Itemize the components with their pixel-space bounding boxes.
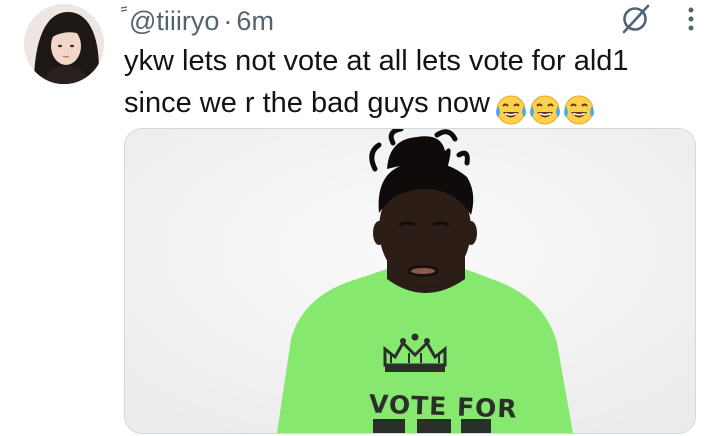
user-handle[interactable]: @tiiiryo [129,6,219,36]
avatar-image [24,4,104,84]
slashed-circle-icon[interactable] [618,2,652,36]
tweet-text-line-1: ykw lets not vote at all lets vote for a… [124,45,629,77]
tweet-actions-top [618,2,696,36]
tweet-text-line-2: since we r the bad guys now [124,87,490,119]
shirt-slogan: VOTE FOR [368,389,519,424]
badge-mark-icon [120,6,128,12]
separator-dot: · [223,6,233,36]
photo-illustration [125,129,695,433]
avatar[interactable] [24,4,104,84]
face-with-tears-of-joy-icon [529,95,560,125]
more-vertical-icon[interactable] [686,4,696,34]
emoji-group [494,87,596,125]
tweet-media-image[interactable]: VOTE FOR [124,128,696,434]
timestamp[interactable]: 6m [236,6,274,36]
face-with-tears-of-joy-icon [563,95,594,125]
tweet-header: @tiiiryo · 6m [120,6,274,36]
tweet-text-line-2-wrap: since we r the bad guys now [124,82,704,125]
face-with-tears-of-joy-icon [495,95,526,125]
tweet[interactable]: @tiiiryo · 6m ykw lets not vote at all let… [0,0,720,436]
tweet-text: ykw lets not vote at all lets vote for a… [124,40,704,125]
